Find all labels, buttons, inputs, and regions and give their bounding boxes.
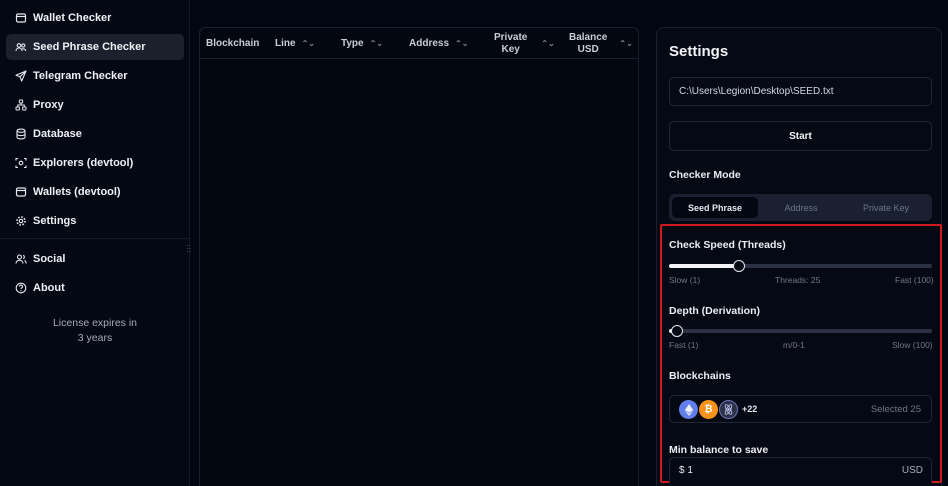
sidebar-item-label: Wallets (devtool) [33,186,121,198]
depth-value-label: m/0-1 [783,340,805,350]
sort-icon: ⌃⌄ [301,39,315,48]
sidebar-item-label: Social [33,253,66,265]
sidebar-item-label: Settings [33,215,77,227]
column-header-private-key[interactable]: Private Key ⌃⌄ [494,28,555,59]
sort-icon: ⌃⌄ [455,39,469,48]
bitcoin-icon: ₿ [699,400,718,419]
wallet-icon [15,12,27,24]
speed-max-label: Fast (100) [895,275,934,285]
ethereum-icon [679,400,698,419]
seed-file-path-input[interactable]: C:\Users\Legion\Desktop\SEED.txt [669,77,932,106]
mode-tab-private-key[interactable]: Private Key [843,197,929,218]
depth-label: Depth (Derivation) [669,305,761,317]
cosmos-icon [719,400,738,419]
sidebar-item-telegram-checker[interactable]: Telegram Checker [6,63,184,89]
selected-count: Selected 25 [870,404,921,415]
network-icon [15,99,27,111]
column-header-blockchain[interactable]: Blockchain [206,28,259,59]
slider-thumb[interactable] [732,260,745,272]
sidebar-item-seed-phrase-checker[interactable]: Seed Phrase Checker [6,34,184,60]
checker-mode-label: Checker Mode [669,169,741,181]
help-icon [15,282,27,294]
license-info: License expires in 3 years [0,316,190,346]
sidebar: Wallet Checker Seed Phrase Checker Teleg… [0,0,190,486]
scan-icon [15,157,27,169]
users-icon [15,41,27,53]
database-icon [15,128,27,140]
column-header-type[interactable]: Type ⌃⌄ [341,28,383,59]
gear-icon [15,215,27,227]
sidebar-item-explorers[interactable]: Explorers (devtool) [6,150,184,176]
sidebar-item-wallet-checker[interactable]: Wallet Checker [6,5,184,31]
sidebar-item-label: Wallet Checker [33,12,112,24]
table-header: Blockchain Line ⌃⌄ Type ⌃⌄ Address ⌃⌄ Pr… [200,28,638,59]
slider-thumb[interactable] [671,325,683,337]
sidebar-item-database[interactable]: Database [6,121,184,147]
social-icon [15,253,27,265]
min-balance-input[interactable]: $ 1 USD [669,457,932,483]
sidebar-item-social[interactable]: Social [6,246,184,272]
column-header-address[interactable]: Address ⌃⌄ [409,28,468,59]
wallet-icon [15,186,27,198]
sidebar-item-label: Seed Phrase Checker [33,41,146,53]
sort-icon: ⌃⌄ [541,38,555,48]
checker-mode-toggle: Seed Phrase Address Private Key [669,194,932,221]
license-duration: 3 years [77,332,113,344]
sidebar-item-wallets-devtool[interactable]: Wallets (devtool) [6,179,184,205]
column-header-line[interactable]: Line ⌃⌄ [275,28,315,59]
license-line: License expires in [52,317,138,329]
sidebar-item-about[interactable]: About [6,275,184,301]
results-table: Blockchain Line ⌃⌄ Type ⌃⌄ Address ⌃⌄ Pr… [199,27,639,486]
depth-max-label: Slow (100) [892,340,933,350]
check-speed-label: Check Speed (Threads) [669,239,786,251]
blockchains-selector[interactable]: ₿ +22 Selected 25 [669,395,932,423]
send-icon [15,70,27,82]
sort-icon: ⌃⌄ [369,39,384,48]
depth-slider[interactable] [669,325,932,337]
min-balance-label: Min balance to save [669,444,769,456]
speed-min-label: Slow (1) [669,275,701,285]
sidebar-item-label: About [33,282,65,294]
min-balance-unit: USD [901,465,923,476]
check-speed-slider[interactable] [669,260,932,272]
sidebar-item-settings[interactable]: Settings [6,208,184,234]
sidebar-resize-handle[interactable]: ·· ·· ·· [186,242,194,256]
sidebar-item-proxy[interactable]: Proxy [6,92,184,118]
blockchains-label: Blockchains [669,370,731,382]
slider-fill [669,264,739,268]
sidebar-item-label: Explorers (devtool) [33,157,134,169]
sort-icon: ⌃⌄ [619,38,633,48]
column-header-balance-usd[interactable]: Balance USD ⌃⌄ [569,28,633,59]
start-button[interactable]: Start [669,121,932,151]
mode-tab-address[interactable]: Address [758,197,844,218]
sidebar-divider [0,238,190,239]
sidebar-item-label: Database [33,128,82,140]
sidebar-item-label: Telegram Checker [33,70,128,82]
depth-min-label: Fast (1) [669,340,699,350]
mode-tab-seed-phrase[interactable]: Seed Phrase [672,197,758,218]
min-balance-value: $ 1 [679,465,693,476]
more-chains-count: +22 [742,404,758,414]
settings-title: Settings [669,43,729,60]
sidebar-item-label: Proxy [33,99,64,111]
speed-value-label: Threads: 25 [775,275,821,285]
